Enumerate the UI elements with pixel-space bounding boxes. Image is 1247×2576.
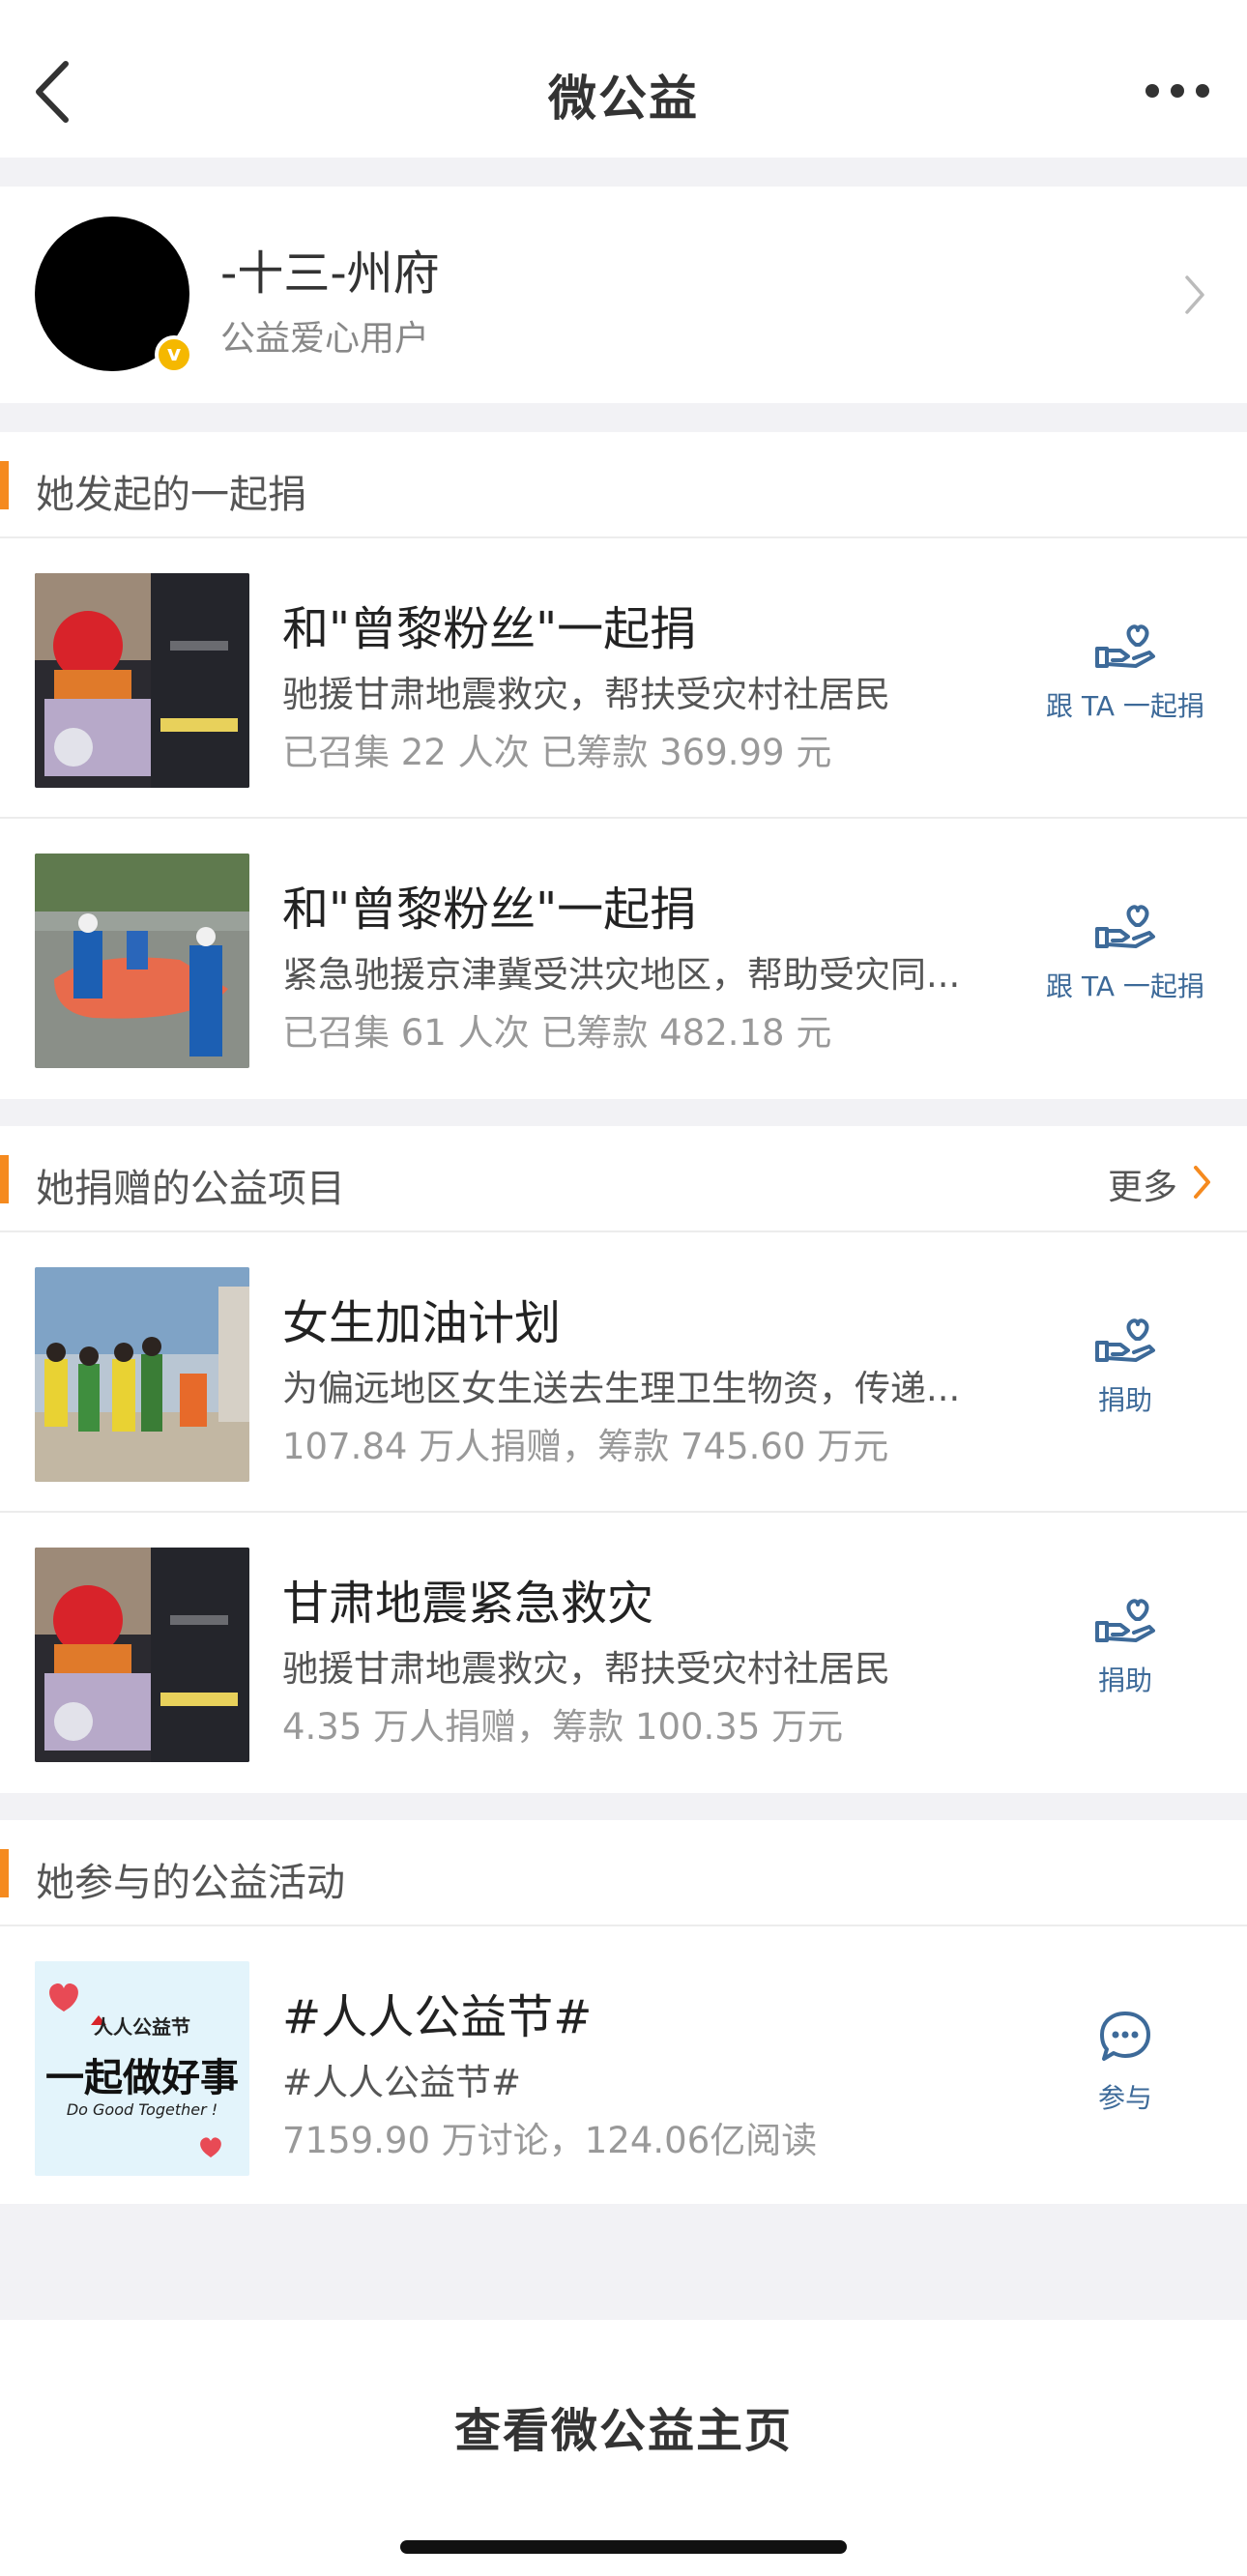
section-accent-bar: [0, 461, 9, 509]
profile-subtitle: 公益爱心用户: [220, 319, 430, 359]
action-label: 捐助: [1097, 1664, 1152, 1696]
join-donate-button[interactable]: 跟 TA 一起捐: [1029, 620, 1222, 745]
hand-heart-icon: [1095, 624, 1155, 668]
more-dots-icon[interactable]: [1143, 77, 1212, 104]
item-stats: 已召集 22 人次 已筹款 369.99 元: [282, 732, 832, 773]
hand-heart-icon: [1095, 1599, 1155, 1642]
list-item[interactable]: 女生加油计划 为偏远地区女生送去生理卫生物资，传递... 107.84 万人捐赠…: [0, 1232, 1247, 1513]
section-title: 她参与的公益活动: [36, 1861, 345, 1905]
more-link[interactable]: 更多: [1108, 1159, 1177, 1209]
list-item[interactable]: 和"曾黎粉丝"一起捐 紧急驰援京津冀受洪灾地区，帮助受灾同... 已召集 61 …: [0, 819, 1247, 1099]
action-label: 参与: [1097, 2082, 1152, 2114]
section-header-initiated: 她发起的一起捐: [0, 432, 1247, 538]
nav-bar: 微公益: [0, 0, 1247, 158]
list-item[interactable]: 人人公益节 一起做好事 Do Good Together ! #人人公益节# #…: [0, 1926, 1247, 2204]
item-stats: 4.35 万人捐赠，筹款 100.35 万元: [282, 1706, 844, 1748]
section-accent-bar: [0, 1849, 9, 1897]
page-title: 微公益: [548, 71, 699, 127]
event-logo-thumbnail: 人人公益节 一起做好事 Do Good Together !: [35, 1961, 249, 2176]
item-title: 女生加油计划: [282, 1296, 562, 1350]
hand-heart-icon: [1095, 905, 1155, 948]
event-slogan-en: Do Good Together !: [66, 2100, 218, 2119]
action-label: 跟 TA 一起捐: [1046, 690, 1204, 722]
event-slogan: 一起做好事: [45, 2055, 239, 2100]
item-title: #人人公益节#: [282, 1990, 593, 2044]
chevron-right-icon[interactable]: [1193, 1165, 1212, 1200]
join-donate-button[interactable]: 跟 TA 一起捐: [1029, 900, 1222, 1026]
hand-heart-icon: [1095, 1318, 1155, 1362]
home-indicator[interactable]: [400, 2540, 847, 2554]
section-accent-bar: [0, 1155, 9, 1203]
item-title: 甘肃地震紧急救灾: [282, 1577, 654, 1631]
list-item[interactable]: 甘肃地震紧急救灾 驰援甘肃地震救灾，帮扶受灾村社居民 4.35 万人捐赠，筹款 …: [0, 1513, 1247, 1793]
item-stats: 7159.90 万讨论，124.06亿阅读: [282, 2120, 818, 2161]
section-header-donated: 她捐赠的公益项目 更多: [0, 1126, 1247, 1232]
item-title: 和"曾黎粉丝"一起捐: [282, 883, 697, 937]
chevron-right-icon: [1185, 275, 1204, 314]
section-title: 她发起的一起捐: [36, 473, 306, 517]
donate-button[interactable]: 捐助: [1029, 1314, 1222, 1439]
item-stats: 已召集 61 人次 已筹款 482.18 元: [282, 1012, 832, 1054]
rescue-photo-thumbnail: [35, 1548, 249, 1762]
item-description: 为偏远地区女生送去生理卫生物资，传递...: [282, 1368, 961, 1409]
profile-card[interactable]: -十三-州府 公益爱心用户: [0, 187, 1247, 403]
page: 微公益 -十三-州府 公益爱心用户 v 她发起的一起捐 和"曾黎粉丝"一起捐 驰…: [0, 0, 1247, 2576]
donate-button[interactable]: 捐助: [1029, 1594, 1222, 1720]
bottom-bar: 查看微公益主页: [0, 2320, 1247, 2576]
girls-photo-thumbnail: [35, 1267, 249, 1482]
participate-button[interactable]: 参与: [1029, 2008, 1222, 2133]
item-description: #人人公益节#: [282, 2062, 522, 2103]
item-description: 驰援甘肃地震救灾，帮扶受灾村社居民: [282, 1648, 890, 1690]
action-label: 捐助: [1097, 1384, 1152, 1416]
item-description: 紧急驰援京津冀受洪灾地区，帮助受灾同...: [282, 954, 961, 996]
flood-rescue-photo-thumbnail: [35, 854, 249, 1068]
chat-bubble-icon: [1100, 2012, 1150, 2061]
section-header-activities: 她参与的公益活动: [0, 1820, 1247, 1926]
rescue-photo-thumbnail: [35, 573, 249, 788]
verified-badge-icon: v: [155, 335, 193, 374]
section-title: 她捐赠的公益项目: [36, 1167, 345, 1211]
list-item[interactable]: 和"曾黎粉丝"一起捐 驰援甘肃地震救灾，帮扶受灾村社居民 已召集 22 人次 已…: [0, 538, 1247, 819]
view-homepage-button[interactable]: 查看微公益主页: [0, 2392, 1247, 2460]
item-title: 和"曾黎粉丝"一起捐: [282, 602, 697, 656]
item-stats: 107.84 万人捐赠，筹款 745.60 万元: [282, 1426, 889, 1467]
action-label: 跟 TA 一起捐: [1046, 970, 1204, 1002]
item-description: 驰援甘肃地震救灾，帮扶受灾村社居民: [282, 674, 890, 715]
profile-name: -十三-州府: [220, 246, 440, 301]
event-brand: 人人公益节: [94, 2015, 190, 2039]
